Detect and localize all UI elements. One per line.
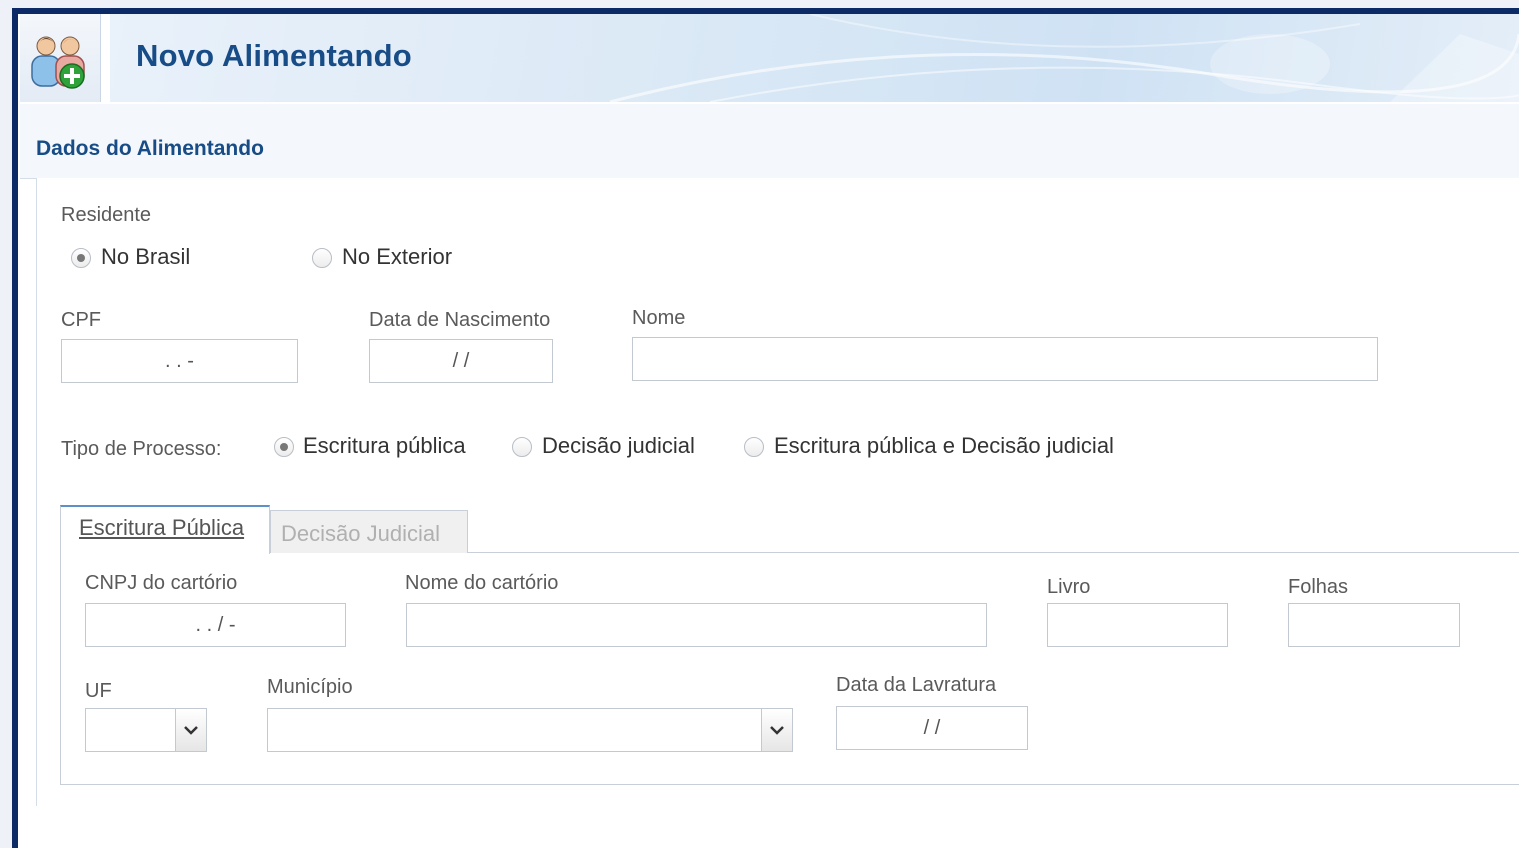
- radio-decisao-judicial[interactable]: [512, 437, 532, 457]
- municipio-select[interactable]: [267, 708, 793, 752]
- chevron-down-icon[interactable]: [761, 709, 792, 751]
- cpf-label: CPF: [61, 309, 101, 331]
- uf-select[interactable]: [85, 708, 207, 752]
- tab-escritura-publica-label: Escritura Pública: [79, 515, 245, 540]
- chevron-down-icon[interactable]: [175, 709, 206, 751]
- header-icon-box: [20, 14, 101, 102]
- add-people-icon: [31, 36, 85, 89]
- tab-decisao-judicial[interactable]: Decisão Judicial: [270, 510, 468, 553]
- municipio-label: Município: [267, 676, 353, 698]
- radio-no-exterior[interactable]: [312, 248, 332, 268]
- radio-decisao-judicial-label[interactable]: Decisão judicial: [542, 433, 695, 459]
- nome-input[interactable]: [632, 337, 1378, 381]
- residente-label: Residente: [61, 204, 152, 226]
- data-nascimento-label: Data de Nascimento: [369, 309, 551, 331]
- tipo-processo-label: Tipo de Processo:: [61, 438, 222, 460]
- cnpj-label: CNPJ do cartório: [85, 572, 238, 594]
- tab-escritura-publica[interactable]: Escritura Pública: [60, 505, 270, 554]
- nome-cartorio-input[interactable]: [406, 603, 987, 647]
- folhas-input[interactable]: [1288, 603, 1460, 647]
- bottom-area: [20, 806, 1519, 835]
- livro-input[interactable]: [1047, 603, 1228, 647]
- radio-escritura-publica[interactable]: [274, 437, 294, 457]
- radio-no-exterior-label[interactable]: No Exterior: [342, 244, 452, 270]
- cpf-input[interactable]: [61, 339, 298, 383]
- nome-label: Nome: [632, 307, 686, 329]
- radio-no-brasil-label[interactable]: No Brasil: [101, 244, 190, 270]
- page-title: Novo Alimentando: [136, 38, 412, 73]
- livro-label: Livro: [1047, 576, 1091, 598]
- uf-label: UF: [85, 680, 112, 702]
- nome-cartorio-label: Nome do cartório: [405, 572, 559, 594]
- folhas-label: Folhas: [1288, 576, 1349, 598]
- radio-escritura-publica-label[interactable]: Escritura pública: [303, 433, 466, 459]
- section-title: Dados do Alimentando: [36, 137, 264, 160]
- tab-decisao-judicial-label: Decisão Judicial: [281, 521, 440, 546]
- data-nascimento-input[interactable]: [369, 339, 553, 383]
- radio-escritura-e-decisao-label[interactable]: Escritura pública e Decisão judicial: [774, 433, 1114, 459]
- cnpj-input[interactable]: [85, 603, 346, 647]
- radio-no-brasil[interactable]: [71, 248, 91, 268]
- data-lavratura-label: Data da Lavratura: [836, 674, 997, 696]
- data-lavratura-input[interactable]: [836, 706, 1028, 750]
- radio-escritura-e-decisao[interactable]: [744, 437, 764, 457]
